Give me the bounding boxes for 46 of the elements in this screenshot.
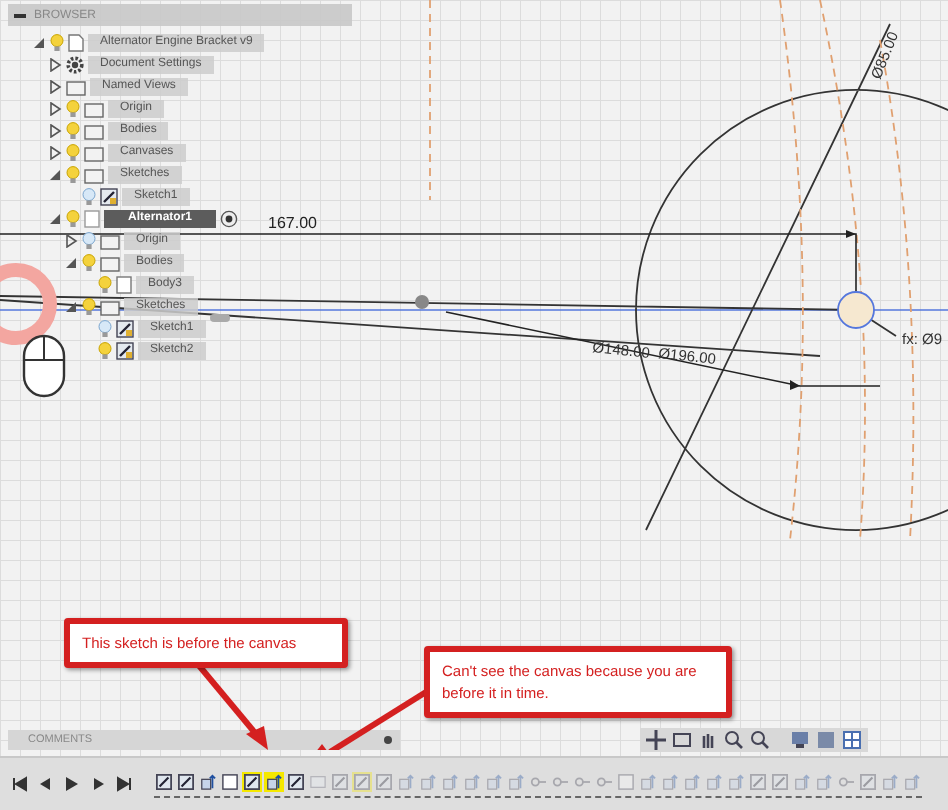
expanded-arrow-icon[interactable] (64, 256, 78, 270)
skip-start-icon[interactable] (12, 776, 28, 792)
mouse-icon (22, 334, 66, 398)
expanded-arrow-icon[interactable] (64, 300, 78, 314)
constraint-icon (415, 295, 429, 309)
skip-end-icon[interactable] (116, 776, 132, 792)
expanded-arrow-icon[interactable] (48, 168, 62, 182)
orbit-icon[interactable] (646, 730, 666, 750)
play-icon[interactable] (64, 776, 80, 792)
box-feature-icon[interactable] (220, 771, 240, 791)
scroll-handle (210, 314, 230, 322)
sketch-icon (100, 188, 118, 206)
folder-icon (100, 299, 120, 315)
collapsed-arrow-icon[interactable] (48, 102, 62, 116)
sketch-feature-icon[interactable] (176, 771, 196, 791)
sketch-icon (116, 342, 134, 360)
collapsed-arrow-icon[interactable] (48, 58, 62, 72)
zoom-icon[interactable] (750, 730, 770, 750)
collapsed-arrow-icon[interactable] (64, 234, 78, 248)
gear-icon (66, 56, 84, 74)
sketch-feature-icon[interactable] (242, 771, 262, 791)
collapsed-arrow-icon[interactable] (48, 146, 62, 160)
document-icon (68, 34, 84, 52)
expanded-arrow-icon[interactable] (32, 36, 46, 50)
zoom-icon[interactable] (724, 730, 744, 750)
step-forward-icon[interactable] (90, 776, 106, 792)
sketch-feature-icon[interactable] (154, 771, 174, 791)
center-point-marker (837, 291, 875, 329)
radio-icon[interactable] (220, 210, 239, 228)
body-icon (116, 276, 132, 294)
lightbulb-icon[interactable] (82, 232, 96, 250)
extrude-feature-icon[interactable] (264, 771, 284, 791)
sketch-icon (116, 320, 134, 338)
sketch-feature-icon[interactable] (286, 771, 306, 791)
collapsed-arrow-icon[interactable] (48, 124, 62, 138)
expanded-arrow-icon[interactable] (48, 212, 62, 226)
collapsed-arrow-icon[interactable] (48, 80, 62, 94)
extrude-feature-icon[interactable] (198, 771, 218, 791)
cursor-highlight-ring (0, 263, 57, 345)
add-comment-icon[interactable] (384, 736, 392, 744)
dimension-label: 167.00 (268, 214, 317, 232)
display-icon[interactable] (790, 730, 810, 750)
minimize-icon[interactable] (14, 13, 26, 17)
step-back-icon[interactable] (38, 776, 54, 792)
component-icon (84, 210, 100, 228)
viewport-icon[interactable] (842, 730, 862, 750)
